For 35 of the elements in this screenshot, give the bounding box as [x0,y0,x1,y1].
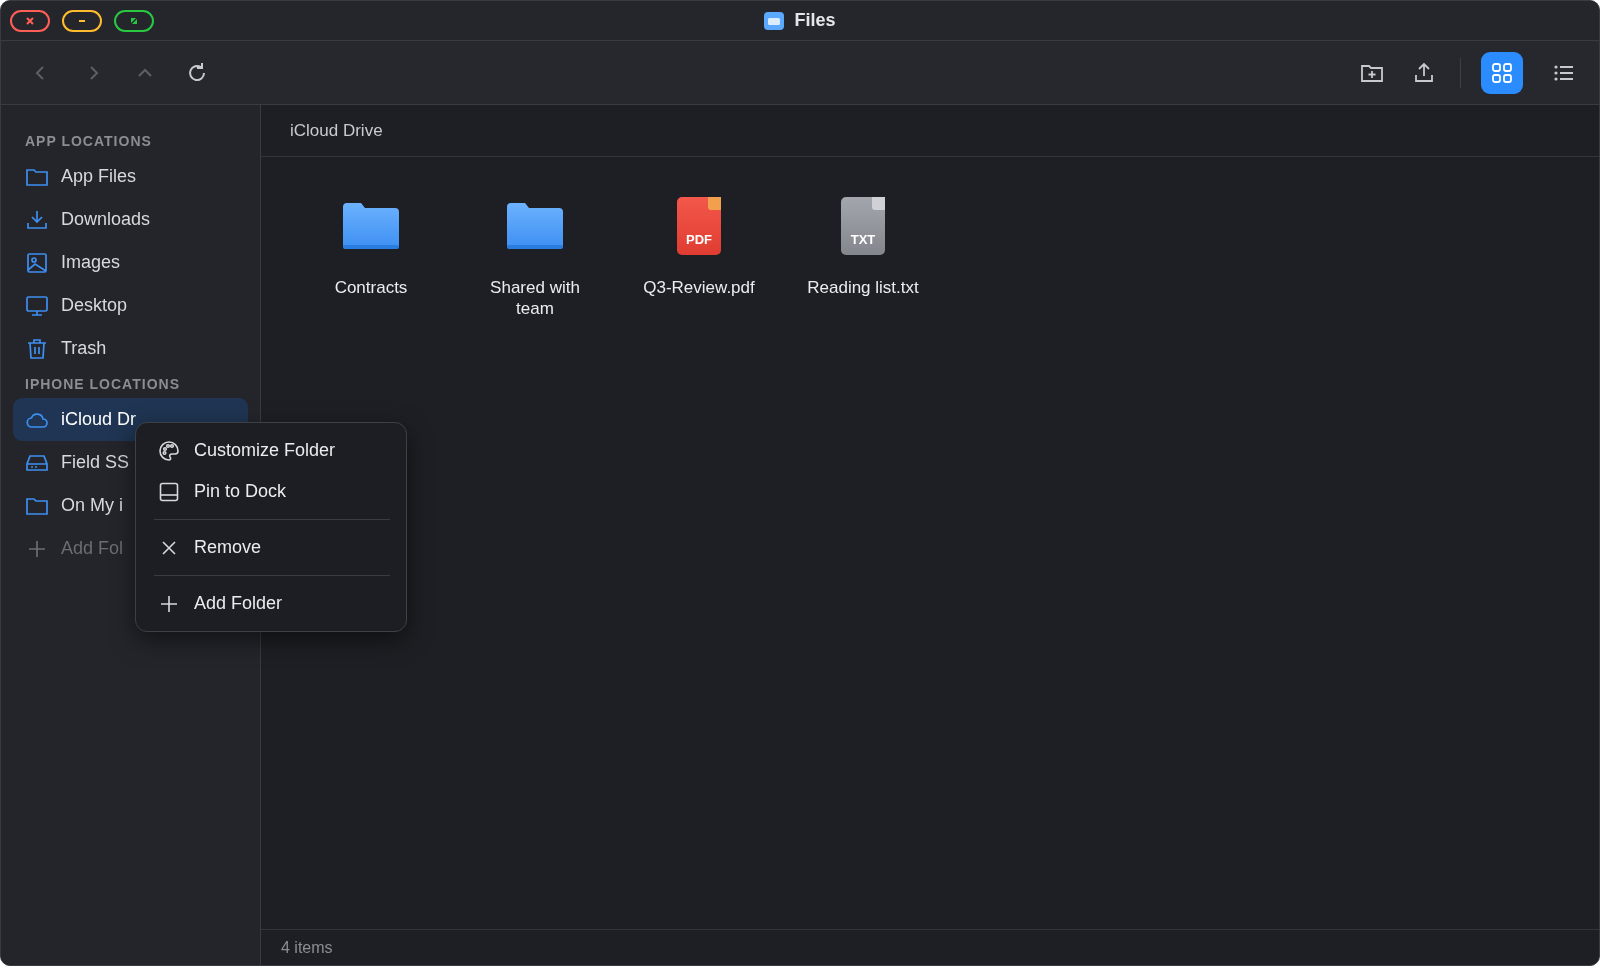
dock-icon [158,480,180,503]
pdf-file-icon: PDF [677,197,721,255]
section-heading: IPHONE LOCATIONS [24,375,181,394]
folder-icon [507,203,563,249]
palette-icon [158,439,180,462]
image-icon [25,250,49,275]
file-item[interactable]: Shared with team [453,195,617,319]
close-button[interactable] [10,9,50,32]
monitor-icon [25,293,49,318]
close-icon [25,15,35,26]
folder-icon [764,11,785,30]
trash-icon [25,336,49,361]
window-title: Files [794,10,836,31]
sidebar-item[interactable]: App Files [13,155,248,198]
folder-icon [343,203,399,249]
menu-item[interactable]: Add Folder [136,583,406,624]
grid-icon [1491,61,1513,84]
text-file-icon: TXT [841,197,885,255]
file-item[interactable]: TXT Reading list.txt [781,195,945,298]
zoom-button[interactable] [114,9,154,32]
menu-item[interactable]: Pin to Dock [136,471,406,512]
grid-view-button[interactable] [1481,51,1523,94]
menu-item[interactable]: Remove [136,527,406,568]
sidebar-item[interactable]: Images [13,241,248,284]
breadcrumb: iCloud Drive [261,105,1599,157]
file-item[interactable]: PDF Q3-Review.pdf [617,195,781,298]
minimize-button[interactable] [62,9,102,32]
expand-icon [129,15,139,26]
file-item[interactable]: Contracts [289,195,453,298]
sidebar-item[interactable]: Trash [13,327,248,370]
status-bar: 4 items [261,929,1599,965]
share-icon [1412,60,1436,85]
sidebar-item[interactable]: Desktop [13,284,248,327]
sidebar-item[interactable]: Downloads [13,198,248,241]
section-heading: APP LOCATIONS [24,132,153,151]
